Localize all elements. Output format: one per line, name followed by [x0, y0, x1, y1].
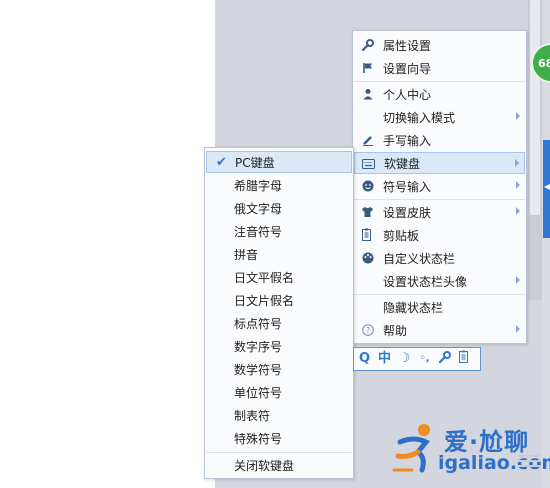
submenu-arrow-icon	[516, 181, 520, 189]
menu-item-clipboard[interactable]: 剪贴板	[354, 224, 525, 246]
submenu-item-punctuation[interactable]: 标点符号	[206, 312, 352, 334]
submenu-item-label: 数学符号	[234, 362, 283, 377]
search-icon[interactable]: Q	[358, 351, 371, 367]
menu-item-skin-settings[interactable]: 设置皮肤	[354, 201, 525, 223]
wrench-icon[interactable]	[438, 350, 451, 368]
side-tab[interactable]: ◀	[543, 140, 550, 238]
submenu-item-greek[interactable]: 希腊字母	[206, 174, 352, 196]
menu-item-status-bar-avatar[interactable]: 设置状态栏头像	[354, 270, 525, 292]
submenu-item-label: 日文平假名	[234, 270, 295, 285]
watermark: 爱·尬聊 igaliao.com	[392, 420, 550, 482]
menu-item-label: 符号输入	[383, 179, 432, 194]
document-area	[0, 0, 215, 488]
menu-item-label: 切换输入模式	[383, 110, 456, 125]
shirt-icon	[361, 205, 374, 218]
submenu-item-unit-symbols[interactable]: 单位符号	[206, 381, 352, 403]
menu-item-label: 剪贴板	[383, 228, 420, 243]
soft-keyboard-submenu: ✔ PC键盘 希腊字母 俄文字母 注音符号 拼音 日文平假名 日文片假名 标点符…	[204, 147, 354, 479]
menu-item-label: 软键盘	[384, 156, 421, 171]
submenu-item-hiragana[interactable]: 日文平假名	[206, 266, 352, 288]
submenu-arrow-icon	[516, 276, 520, 284]
submenu-arrow-icon	[516, 112, 520, 120]
menu-item-label: 手写输入	[383, 133, 432, 148]
ime-status-toolbar: Q 中 ☽ ◦,	[353, 347, 481, 371]
runner-logo-icon	[392, 424, 430, 473]
submenu-arrow-icon	[516, 325, 520, 333]
menu-item-hide-status-bar[interactable]: 隐藏状态栏	[354, 296, 525, 318]
chinese-mode-button[interactable]: 中	[378, 351, 391, 367]
keyboard-icon	[362, 157, 375, 170]
menu-item-setup-wizard[interactable]: 设置向导	[354, 57, 525, 79]
punctuation-button[interactable]: ◦,	[418, 351, 431, 367]
menu-item-soft-keyboard[interactable]: 软键盘	[354, 152, 525, 174]
menu-item-label: 设置皮肤	[383, 205, 432, 220]
menu-item-custom-status-bar[interactable]: 自定义状态栏	[354, 247, 525, 269]
menu-item-label: 自定义状态栏	[383, 251, 456, 266]
submenu-item-label: PC键盘	[235, 155, 275, 170]
user-icon	[361, 87, 374, 100]
submenu-item-label: 数字序号	[234, 339, 283, 354]
menu-separator	[354, 294, 525, 295]
submenu-item-label: 日文片假名	[234, 293, 295, 308]
clipboard-icon	[361, 228, 374, 241]
submenu-item-number-sequence[interactable]: 数字序号	[206, 335, 352, 357]
submenu-item-label: 制表符	[234, 408, 271, 423]
submenu-item-special-symbols[interactable]: 特殊符号	[206, 427, 352, 449]
clipboard-icon[interactable]	[458, 350, 471, 368]
menu-separator	[354, 81, 525, 82]
moon-icon[interactable]: ☽	[398, 351, 411, 367]
menu-item-personal-center[interactable]: 个人中心	[354, 83, 525, 105]
submenu-item-label: 特殊符号	[234, 431, 283, 446]
menu-item-label: 帮助	[383, 323, 408, 338]
submenu-item-pinyin[interactable]: 拼音	[206, 243, 352, 265]
menu-item-label: 属性设置	[383, 38, 432, 53]
menu-separator	[206, 452, 352, 453]
submenu-item-close-soft-keyboard[interactable]: 关闭软键盘	[206, 454, 352, 476]
submenu-item-katakana[interactable]: 日文片假名	[206, 289, 352, 311]
menu-item-properties[interactable]: 属性设置	[354, 34, 525, 56]
ime-context-menu: 属性设置 设置向导 个人中心 切换输入模式 手写输入 软键盘 符号输入 设置皮肤…	[352, 30, 527, 344]
smiley-icon	[361, 179, 374, 192]
menu-item-label: 设置状态栏头像	[383, 274, 468, 289]
menu-lines-icon	[518, 452, 540, 468]
pen-icon	[361, 133, 374, 146]
submenu-item-label: 俄文字母	[234, 201, 283, 216]
submenu-item-label: 希腊字母	[234, 178, 283, 193]
submenu-item-label: 拼音	[234, 247, 259, 262]
submenu-item-label: 关闭软键盘	[234, 458, 295, 473]
menu-separator	[354, 199, 525, 200]
menu-item-label: 设置向导	[383, 61, 432, 76]
submenu-arrow-icon	[515, 159, 519, 167]
submenu-item-russian[interactable]: 俄文字母	[206, 197, 352, 219]
side-tab-arrow-icon: ◀	[544, 182, 550, 191]
menu-item-label: 个人中心	[383, 87, 432, 102]
submenu-item-label: 单位符号	[234, 385, 283, 400]
flag-icon	[361, 61, 374, 74]
submenu-item-zhuyin[interactable]: 注音符号	[206, 220, 352, 242]
menu-item-switch-input-mode[interactable]: 切换输入模式	[354, 106, 525, 128]
submenu-item-label: 标点符号	[234, 316, 283, 331]
submenu-item-pc-keyboard[interactable]: ✔ PC键盘	[206, 151, 352, 173]
wrench-icon	[361, 38, 374, 51]
checkmark-icon: ✔	[216, 155, 227, 170]
submenu-item-math-symbols[interactable]: 数学符号	[206, 358, 352, 380]
submenu-arrow-icon	[516, 207, 520, 215]
submenu-item-label: 注音符号	[234, 224, 283, 239]
scrollbar-thumb[interactable]	[530, 0, 540, 215]
menu-item-symbol-input[interactable]: 符号输入	[354, 175, 525, 197]
help-icon: ?	[361, 323, 374, 336]
submenu-item-tab-chars[interactable]: 制表符	[206, 404, 352, 426]
menu-item-help[interactable]: ? 帮助	[354, 319, 525, 341]
palette-icon	[361, 251, 374, 264]
menu-item-handwriting[interactable]: 手写输入	[354, 129, 525, 151]
svg-text:?: ?	[365, 326, 369, 335]
menu-item-label: 隐藏状态栏	[383, 300, 444, 315]
